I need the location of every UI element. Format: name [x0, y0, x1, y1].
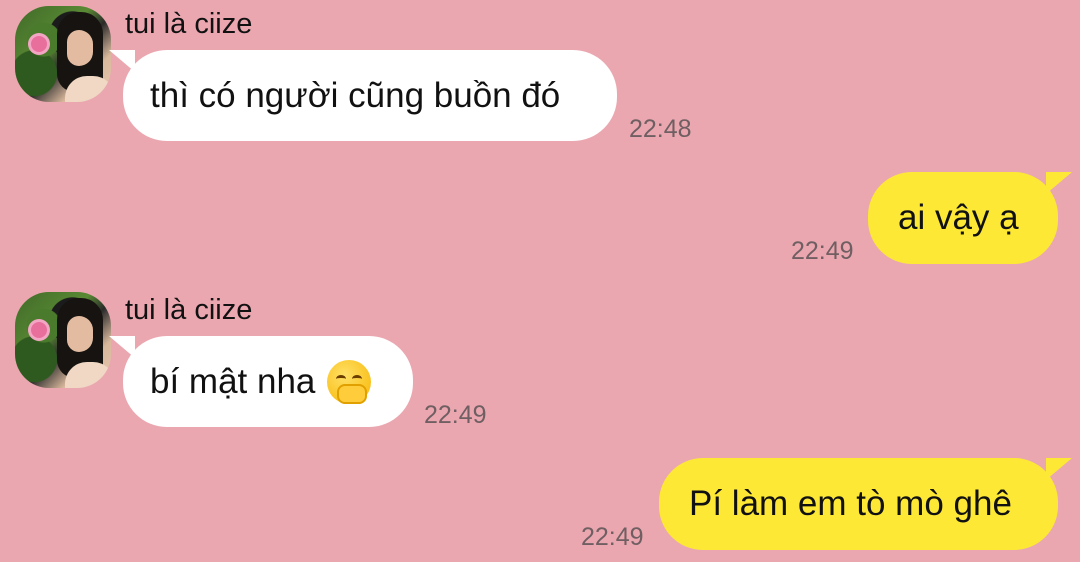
message-bubble-incoming[interactable]: bí mật nha [109, 336, 413, 427]
sender-name: tui là ciize [125, 8, 253, 40]
message-timestamp: 22:49 [791, 237, 854, 265]
message-timestamp: 22:49 [424, 401, 487, 429]
sender-name: tui là ciize [125, 294, 253, 326]
message-bubble-incoming[interactable]: thì có người cũng buồn đó [109, 50, 617, 141]
message-timestamp: 22:49 [581, 523, 644, 551]
message-bubble-outgoing[interactable]: ai vậy ạ [868, 172, 1072, 264]
message-bubble-outgoing[interactable]: Pí làm em tò mò ghê [659, 458, 1072, 550]
flower-decoration [31, 36, 47, 52]
message-text: bí mật nha [150, 361, 316, 401]
flower-decoration [31, 322, 47, 338]
face-with-hand-over-mouth-icon [327, 359, 372, 404]
message-text: ai vậy ạ [898, 198, 1019, 237]
chat-thread: tui là ciize thì có người cũng buồn đó 2… [0, 0, 1080, 562]
message-text: Pí làm em tò mò ghê [689, 484, 1012, 523]
message-text: thì có người cũng buồn đó [150, 75, 561, 115]
contact-avatar[interactable] [15, 6, 111, 102]
message-timestamp: 22:48 [629, 115, 692, 143]
contact-avatar[interactable] [15, 292, 111, 388]
